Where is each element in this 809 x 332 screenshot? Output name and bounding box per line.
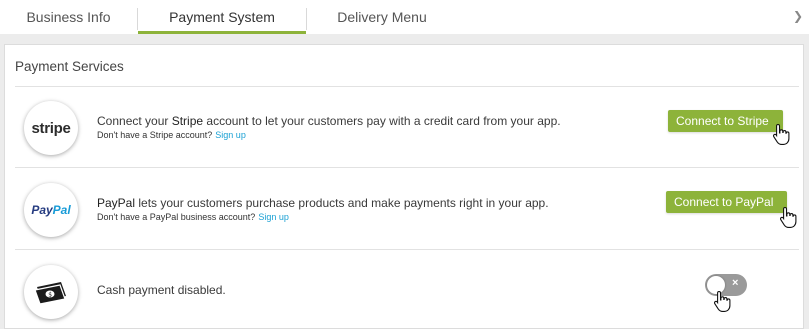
cash-row: $ Cash payment disabled. × (15, 251, 799, 332)
stripe-signup-link[interactable]: Sign up (215, 130, 246, 140)
chevron-right-icon[interactable]: ❯ (793, 9, 803, 23)
divider (15, 249, 799, 250)
close-icon: × (732, 277, 739, 289)
paypal-description: PayPal lets your customers purchase prod… (97, 196, 549, 210)
hand-cursor-icon (713, 290, 731, 312)
payment-panel: Payment Services stripe Connect your Str… (0, 34, 809, 329)
stripe-logo-text: stripe (31, 119, 71, 137)
svg-text:$: $ (48, 292, 52, 299)
stripe-description: Connect your Stripe account to let your … (97, 114, 561, 128)
tab-business-info[interactable]: Business Info (0, 0, 137, 34)
paypal-signup-link[interactable]: Sign up (258, 212, 289, 222)
stripe-logo: stripe (24, 101, 78, 155)
stripe-row: stripe Connect your Stripe account to le… (15, 87, 799, 168)
money-icon: $ (34, 282, 66, 305)
cash-status-text: Cash payment disabled. (97, 283, 226, 297)
tab-payment-system[interactable]: Payment System (138, 0, 306, 34)
connect-stripe-button[interactable]: Connect to Stripe (668, 110, 783, 132)
section-title: Payment Services (15, 59, 124, 74)
connect-paypal-button[interactable]: Connect to PayPal (666, 191, 787, 213)
paypal-row: PayPal PayPal lets your customers purcha… (15, 169, 799, 250)
divider (15, 167, 799, 168)
tab-bar: Business Info Payment System Delivery Me… (0, 0, 809, 34)
hand-cursor-icon (772, 123, 790, 145)
stripe-signup-hint: Don't have a Stripe account? Sign up (97, 130, 246, 140)
tab-delivery-menu[interactable]: Delivery Menu (306, 0, 458, 34)
paypal-logo: PayPal (24, 183, 78, 237)
hand-cursor-icon (779, 206, 797, 228)
paypal-logo-text: PayPal (31, 203, 71, 217)
paypal-signup-hint: Don't have a PayPal business account? Sig… (97, 212, 289, 222)
payment-services-card: Payment Services stripe Connect your Str… (4, 44, 804, 329)
cash-icon: $ (24, 265, 78, 319)
